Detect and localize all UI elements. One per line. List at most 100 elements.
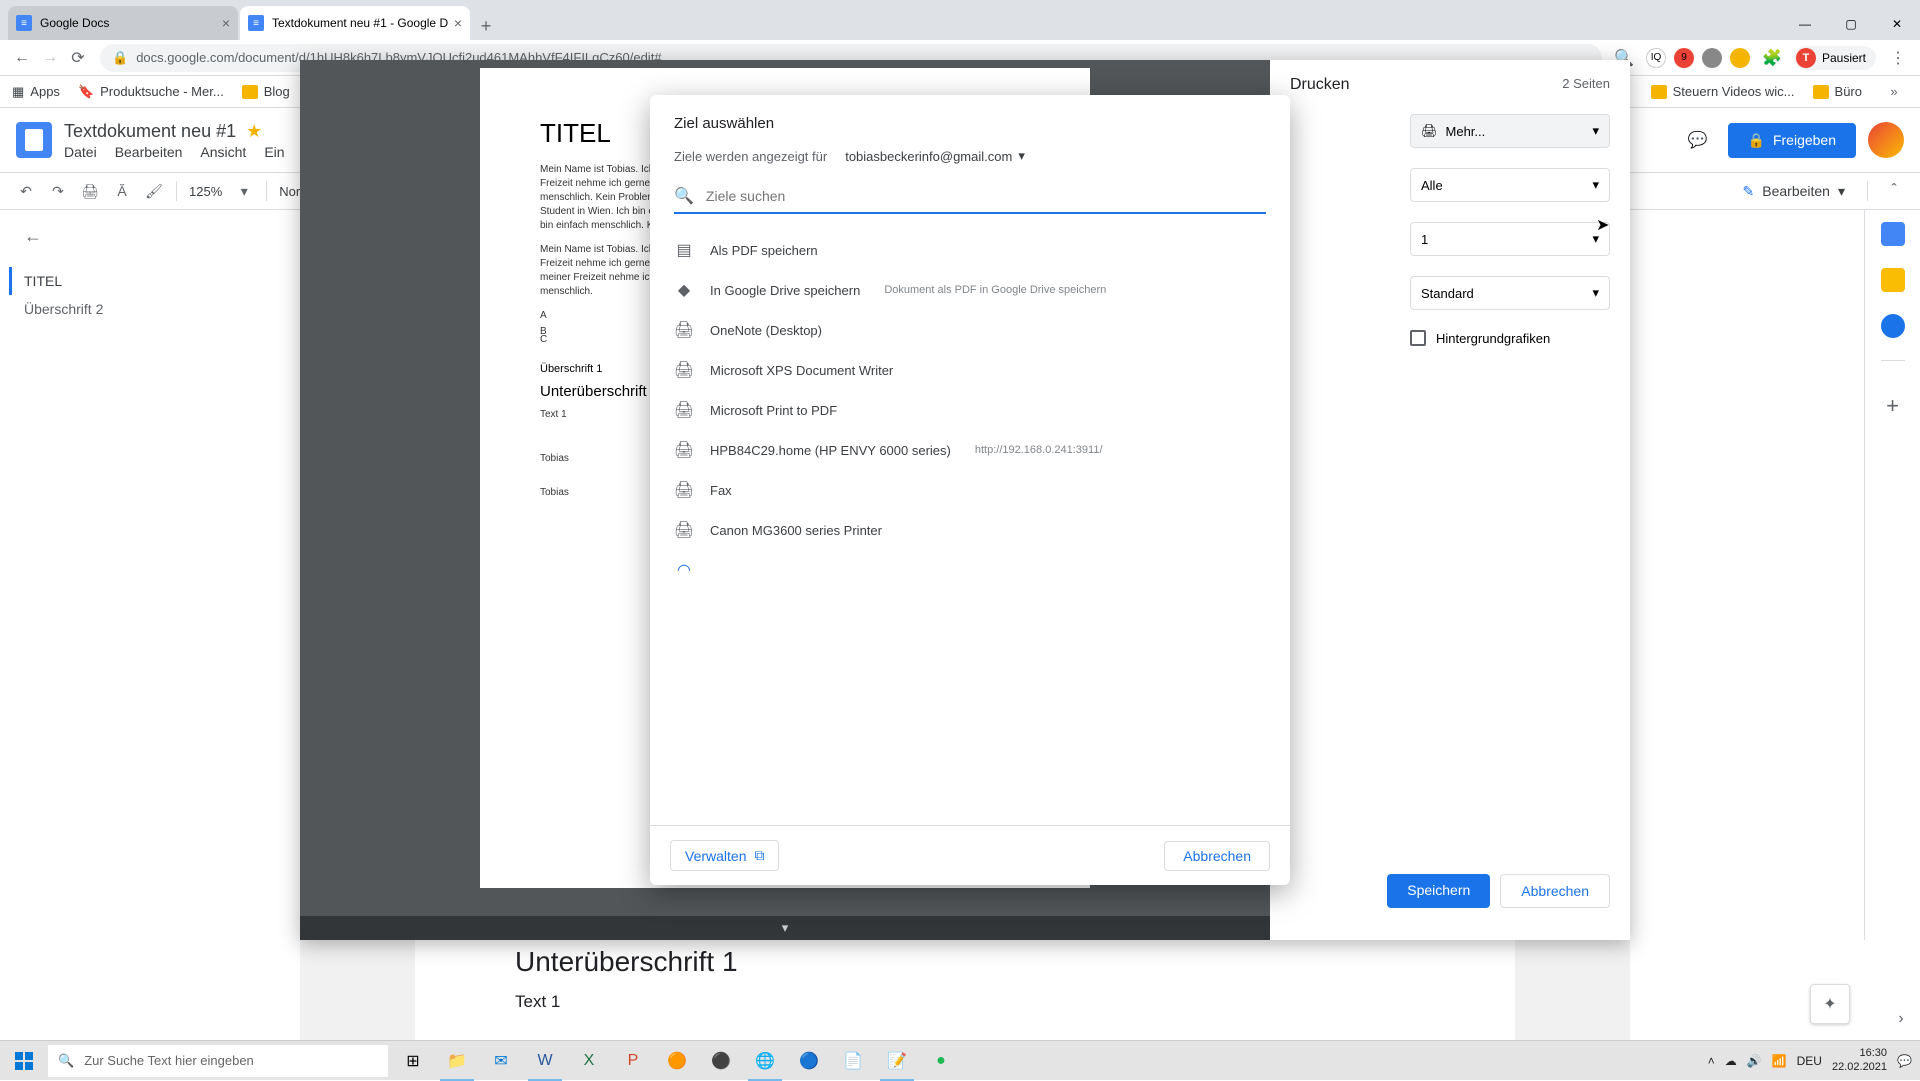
bg-graphics-checkbox[interactable] [1410,330,1426,346]
extension-icon[interactable] [1702,48,1722,68]
tray-volume-icon[interactable]: 🔊 [1747,1054,1762,1068]
destination-dropdown[interactable]: 🖨Mehr... ▾ [1410,114,1610,148]
back-button[interactable]: ← [8,44,36,72]
close-icon[interactable]: × [222,15,230,31]
pdf-icon: ▤ [674,240,694,260]
manage-destinations-button[interactable]: Verwalten ⧉ [670,840,779,871]
taskbar-edge[interactable]: 🔵 [788,1041,830,1081]
share-button[interactable]: 🔒 Freigeben [1728,123,1856,158]
calendar-icon[interactable] [1881,222,1905,246]
new-tab-button[interactable]: + [472,12,500,40]
extension-icon[interactable]: 9 [1674,48,1694,68]
close-window-button[interactable]: ✕ [1874,8,1920,40]
tab-active-document[interactable]: ≡ Textdokument neu #1 - Google D × [240,6,470,40]
extensions-menu-icon[interactable]: 🧩 [1758,44,1786,72]
dest-canon[interactable]: 🖨 Canon MG3600 series Printer [662,510,1278,550]
taskbar-chrome[interactable]: 🌐 [744,1041,786,1081]
tab-google-docs[interactable]: ≡ Google Docs × [8,6,238,40]
menu-view[interactable]: Ansicht [200,144,246,160]
taskbar-spotify[interactable]: ● [920,1041,962,1081]
doc-heading[interactable]: Unterüberschrift 1 [515,940,1415,978]
print-button[interactable]: 🖨 [76,177,104,205]
side-panel-collapse-button[interactable]: › [1886,1004,1916,1034]
collapse-toolbar-button[interactable]: ˆ [1880,177,1908,205]
reload-button[interactable]: ⟳ [64,44,92,72]
comments-button[interactable]: 💬 [1680,122,1716,158]
account-avatar[interactable] [1868,122,1904,158]
bookmark-item[interactable]: Steuern Videos wic... [1651,78,1795,106]
keep-icon[interactable] [1881,268,1905,292]
chrome-menu-icon[interactable]: ⋮ [1884,44,1912,72]
dest-hp-envy[interactable]: 🖨 HPB84C29.home (HP ENVY 6000 series) ht… [662,430,1278,470]
editing-mode-button[interactable]: ✎ Bearbeiten ▾ [1733,179,1855,204]
star-icon[interactable]: ★ [246,121,262,142]
chevron-down-icon[interactable]: ▾ [230,177,258,205]
tray-notifications-icon[interactable]: 💬 [1897,1054,1912,1068]
outline-item-heading[interactable]: Überschrift 2 [24,295,256,323]
menu-insert[interactable]: Ein [264,144,284,160]
dest-xps-writer[interactable]: 🖨 Microsoft XPS Document Writer [662,350,1278,390]
doc-text[interactable]: Text 1 [515,978,1415,1012]
taskbar-word[interactable]: W [524,1041,566,1081]
taskbar-app[interactable]: 📝 [876,1041,918,1081]
explore-button[interactable]: ✦ [1810,984,1850,1024]
tasks-icon[interactable] [1881,314,1905,338]
extension-icon[interactable]: IQ [1646,48,1666,68]
outline-item-title[interactable]: TITEL [9,267,256,295]
add-addon-button[interactable]: + [1886,393,1899,419]
pages-dropdown[interactable]: Alle ▾ [1410,168,1610,202]
dest-print-to-pdf[interactable]: 🖨 Microsoft Print to PDF [662,390,1278,430]
save-button[interactable]: Speichern [1387,874,1490,908]
pages-per-sheet-dropdown[interactable]: 1 ▾ [1410,222,1610,256]
zoom-select[interactable]: 125% [185,184,226,199]
spellcheck-button[interactable]: Ă [108,177,136,205]
docs-logo-icon[interactable] [16,122,52,158]
dest-google-drive[interactable]: ◆ In Google Drive speichern Dokument als… [662,270,1278,310]
forward-button[interactable]: → [36,44,64,72]
paint-format-button[interactable]: 🖌 [140,177,168,205]
task-view-button[interactable]: ⊞ [392,1041,434,1081]
undo-button[interactable]: ↶ [12,177,40,205]
tray-chevron-icon[interactable]: ˄ [1708,1054,1715,1068]
taskbar-search[interactable]: 🔍 Zur Suche Text hier eingeben [48,1045,388,1077]
start-button[interactable] [0,1041,48,1081]
extension-icon[interactable] [1730,48,1750,68]
maximize-button[interactable]: ▢ [1828,8,1874,40]
printer-icon: 🖨 [1421,123,1438,139]
margins-dropdown[interactable]: Standard ▾ [1410,276,1610,310]
menu-file[interactable]: Datei [64,144,97,160]
dest-onenote[interactable]: 🖨 OneNote (Desktop) [662,310,1278,350]
taskbar-explorer[interactable]: 📁 [436,1041,478,1081]
redo-button[interactable]: ↷ [44,177,72,205]
taskbar-excel[interactable]: X [568,1041,610,1081]
tray-clock[interactable]: 16:30 22.02.2021 [1832,1047,1887,1073]
taskbar-app[interactable]: 🟠 [656,1041,698,1081]
account-selector[interactable]: tobiasbeckerinfo@gmail.com ▾ [845,148,1025,164]
close-icon[interactable]: × [454,15,462,31]
cancel-button[interactable]: Abbrechen [1164,841,1270,871]
dest-save-as-pdf[interactable]: ▤ Als PDF speichern [662,230,1278,270]
cancel-button[interactable]: Abbrechen [1500,874,1610,908]
page-icon: 🔖 [78,84,94,100]
tray-cloud-icon[interactable]: ☁ [1725,1054,1737,1068]
bookmark-item[interactable]: 🔖Produktsuche - Mer... [78,84,224,100]
search-input[interactable] [706,188,1266,204]
dest-fax[interactable]: 🖨 Fax [662,470,1278,510]
bookmarks-overflow-icon[interactable]: » [1880,78,1908,106]
preview-page-nav[interactable]: ▾ [300,916,1270,940]
tray-wifi-icon[interactable]: 📶 [1772,1054,1787,1068]
taskbar-app[interactable]: 📄 [832,1041,874,1081]
outline-back-button[interactable]: ← [24,226,256,247]
menu-edit[interactable]: Bearbeiten [115,144,183,160]
taskbar-obs[interactable]: ⚫ [700,1041,742,1081]
profile-status[interactable]: T Pausiert [1794,46,1876,70]
minimize-button[interactable]: — [1782,8,1828,40]
tray-language[interactable]: DEU [1797,1054,1822,1068]
drive-icon: ◆ [674,280,694,300]
taskbar-app[interactable]: ✉ [480,1041,522,1081]
bookmark-item[interactable]: Blog [242,84,290,99]
taskbar-powerpoint[interactable]: P [612,1041,654,1081]
document-title[interactable]: Textdokument neu #1 [64,121,236,142]
bookmark-item[interactable]: Büro [1813,78,1862,106]
apps-shortcut[interactable]: ▦Apps [12,84,60,100]
